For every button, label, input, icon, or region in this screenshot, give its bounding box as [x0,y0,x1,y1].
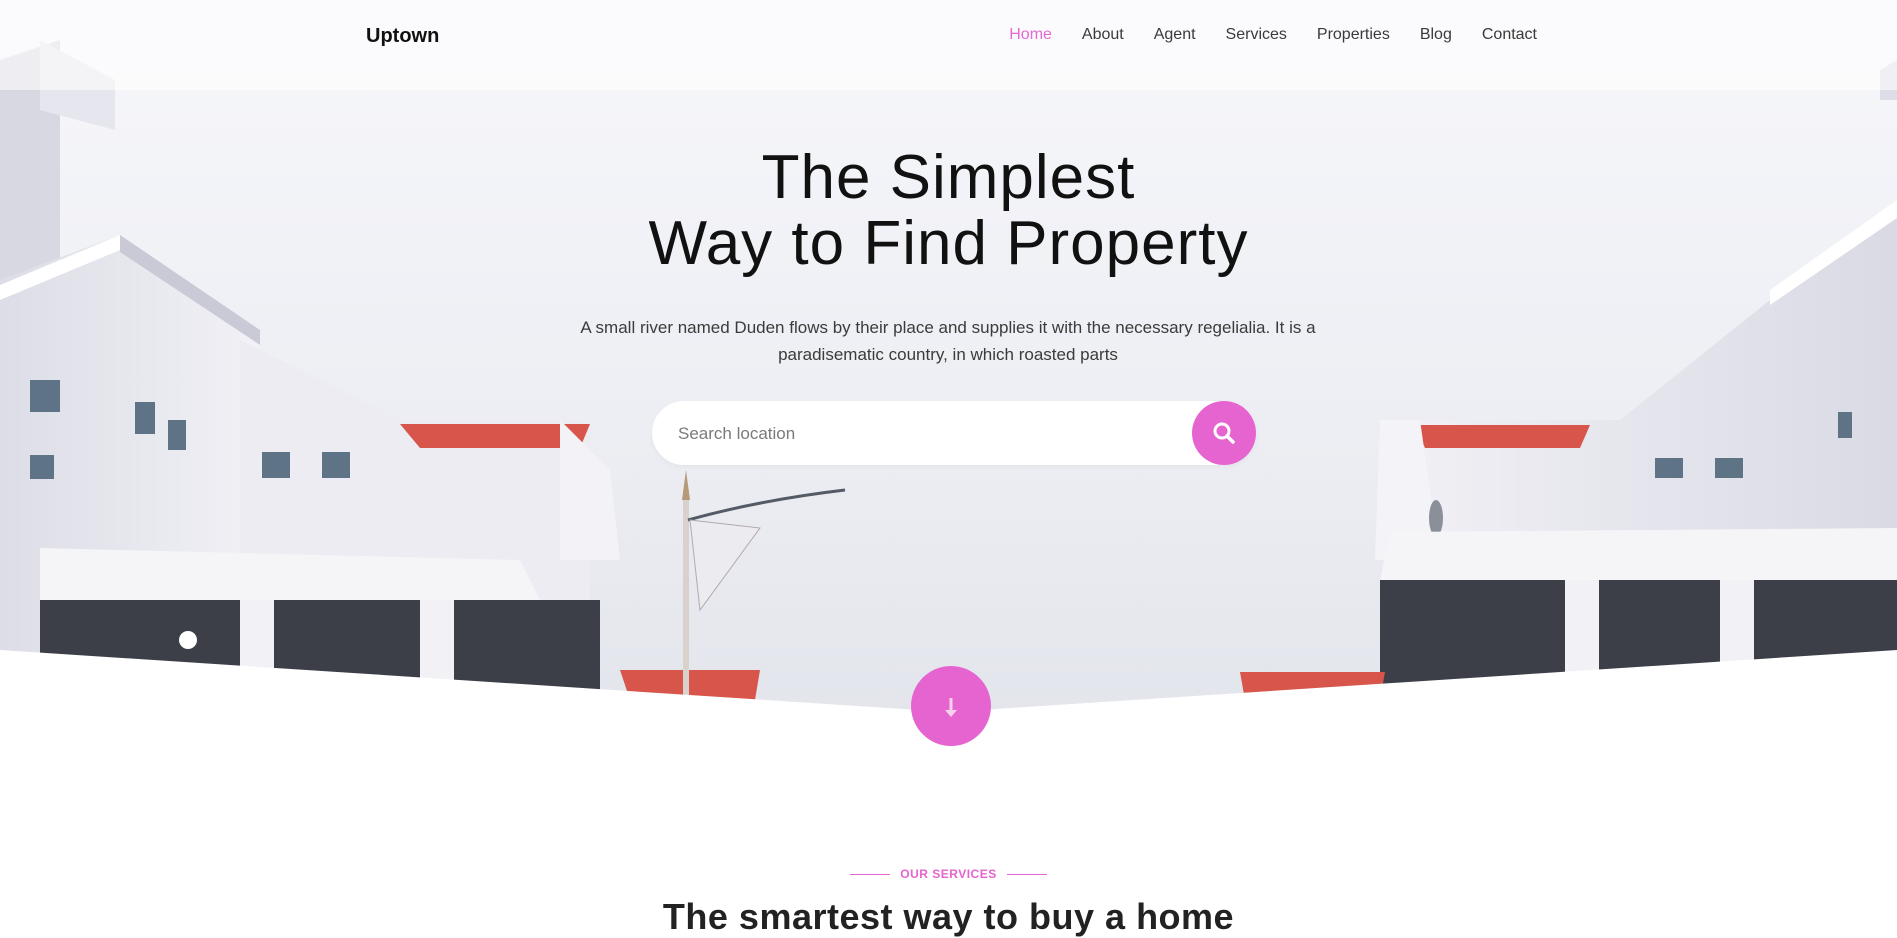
hero-title-line1: The Simplest [761,143,1136,212]
nav-item-agent[interactable]: Agent [1154,26,1196,44]
nav-item-about[interactable]: About [1082,26,1124,44]
search-button[interactable] [1192,401,1256,465]
hero-section: Uptown Home About Agent Services Propert… [0,0,1897,720]
nav-item-home[interactable]: Home [1009,26,1052,44]
services-title: The smartest way to buy a home [662,896,1235,937]
hero-title: The Simplest Way to Find Property [0,145,1897,277]
search-input[interactable] [676,401,1200,467]
nav-menu: Home About Agent Services Properties Blo… [979,26,1537,44]
brand-logo[interactable]: Uptown [366,25,439,48]
nav-item-contact[interactable]: Contact [1482,26,1537,44]
search-bar [652,401,1256,467]
services-label-text: OUR SERVICES [900,867,997,881]
nav-item-properties[interactable]: Properties [1317,26,1390,44]
label-line-right [1006,874,1047,876]
arrow-down-icon [945,698,957,717]
search-icon [1213,422,1235,444]
label-line-left [850,874,891,876]
hero-title-line2: Way to Find Property [648,209,1249,278]
hero-subtitle: A small river named Duden flows by their… [580,318,1316,364]
navbar: Uptown Home About Agent Services Propert… [0,0,1897,76]
nav-item-services[interactable]: Services [1226,26,1287,44]
nav-item-blog[interactable]: Blog [1420,26,1452,44]
services-section-label: OUR SERVICES [0,867,1897,881]
scroll-down-button[interactable] [911,666,991,746]
